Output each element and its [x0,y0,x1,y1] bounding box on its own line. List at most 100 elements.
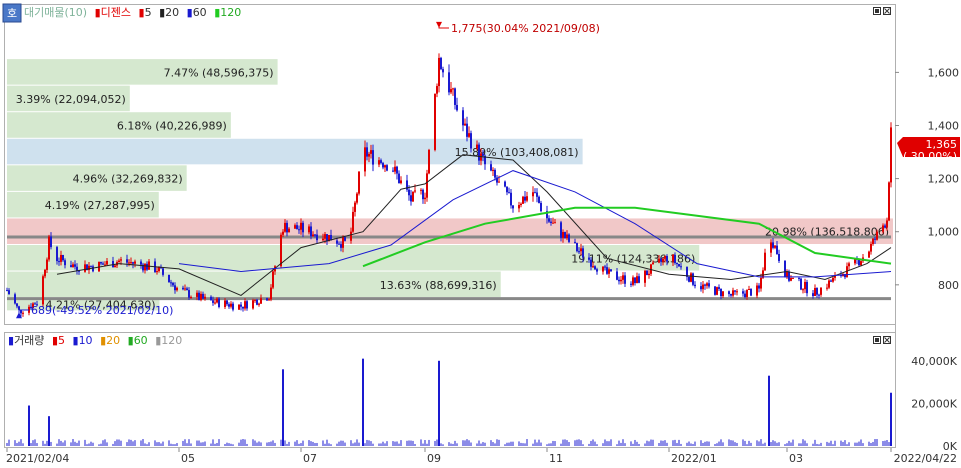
legend-volume[interactable]: 거래량 [14,334,44,347]
legend-vol-ma10[interactable]: 10 [79,334,93,347]
volume-bar [702,442,704,446]
candle-body [50,236,52,248]
date-tick-label: 2022/04/22 [894,452,957,465]
volume-bar [406,440,408,446]
price-panel-close-icon[interactable] [883,7,891,15]
volume-bar [562,439,564,446]
supply-zone-label: 3.39% (22,094,052) [16,93,126,106]
volume-panel-close-icon[interactable] [883,336,891,344]
candle-body [256,299,258,305]
candle-body [828,280,830,288]
volume-bar [300,443,302,446]
volume-bar [74,441,76,446]
candle-body [72,264,74,268]
volume-bar [184,439,186,446]
candle-body [272,271,274,288]
volume-bar [748,440,750,446]
volume-bar [98,444,100,446]
candle-body [62,254,64,261]
candle-body [176,287,178,291]
legend-ma60[interactable]: 60 [193,6,207,19]
volume-bar [756,440,758,446]
candle-body [476,144,478,149]
volume-bar [620,442,622,446]
volume-bar [76,442,78,446]
volume-bar [358,442,360,446]
volume-bar [422,443,424,446]
candle-body [680,266,682,268]
candle-body [882,225,884,232]
volume-bar [232,444,234,446]
candle-body [468,133,470,137]
candle-body [606,267,608,274]
volume-bar [568,442,570,446]
legend-ma20[interactable]: 20 [165,6,179,19]
candle-body [602,266,604,272]
candle-body [442,69,444,73]
volume-bar [506,442,508,446]
candle-body [550,221,552,223]
volume-bar [88,443,90,446]
volume-bar [832,444,834,446]
volume-bar [480,443,482,446]
volume-bar [72,439,74,446]
volume-bar [848,442,850,446]
candle-body [284,222,286,232]
volume-bar [396,441,398,446]
volume-bar [526,439,528,446]
candle-body [436,86,438,94]
volume-bar [364,443,366,446]
candle-body [358,171,360,194]
volume-bar [596,444,598,446]
candle-body [868,251,870,258]
candle-body [282,231,284,235]
legend-supply-item[interactable]: 대기매물(10) [24,6,87,19]
volume-bar [16,443,18,446]
legend-ma5[interactable]: 5 [145,6,152,19]
volume-bar [606,441,608,446]
price-panel-maximize-icon[interactable] [873,7,881,15]
volume-bar [328,443,330,446]
candle-body [146,263,148,270]
volume-panel-maximize-icon[interactable] [873,336,881,344]
candle-body [244,301,246,309]
candle-body [174,285,176,291]
volume-bar [678,439,680,446]
date-tick-label: 2022/01 [671,452,717,465]
volume-bar [244,439,246,446]
volume-bar [256,442,258,446]
volume-spike-bar [28,405,30,446]
volume-bar [252,439,254,446]
volume-bar [408,440,410,446]
candle-body [548,218,550,222]
volume-bar [240,439,242,446]
legend-vol-ma60[interactable]: 60 [134,334,148,347]
price-tick-label: 1,600 [928,66,960,79]
volume-bar [224,444,226,446]
volume-bar [466,439,468,446]
legend-vol-ma5[interactable]: 5 [58,334,65,347]
volume-bar [258,441,260,446]
candle-body [672,254,674,262]
date-tick-label: 03 [789,452,803,465]
legend-vol-ma120[interactable]: 120 [161,334,182,347]
candle-body [690,273,692,282]
candle-body [538,196,540,203]
price-tick-label: 800 [938,279,959,292]
candle-body [426,173,428,198]
volume-bar [198,440,200,446]
legend-ma120[interactable]: 120 [220,6,241,19]
price-tick-label: 1,400 [928,119,960,132]
volume-bar [804,440,806,446]
candle-body [326,234,328,242]
volume-bar [238,442,240,446]
candle-body [720,288,722,297]
candle-body [212,300,214,303]
volume-bar [636,441,638,446]
candle-body [758,285,760,289]
candle-body [118,260,120,263]
legend-stock-name[interactable]: 디젠스 [101,6,131,19]
legend-vol-ma20[interactable]: 20 [106,334,120,347]
candle-body [454,88,456,105]
date-tick-label: 2021/02/04 [6,452,69,465]
